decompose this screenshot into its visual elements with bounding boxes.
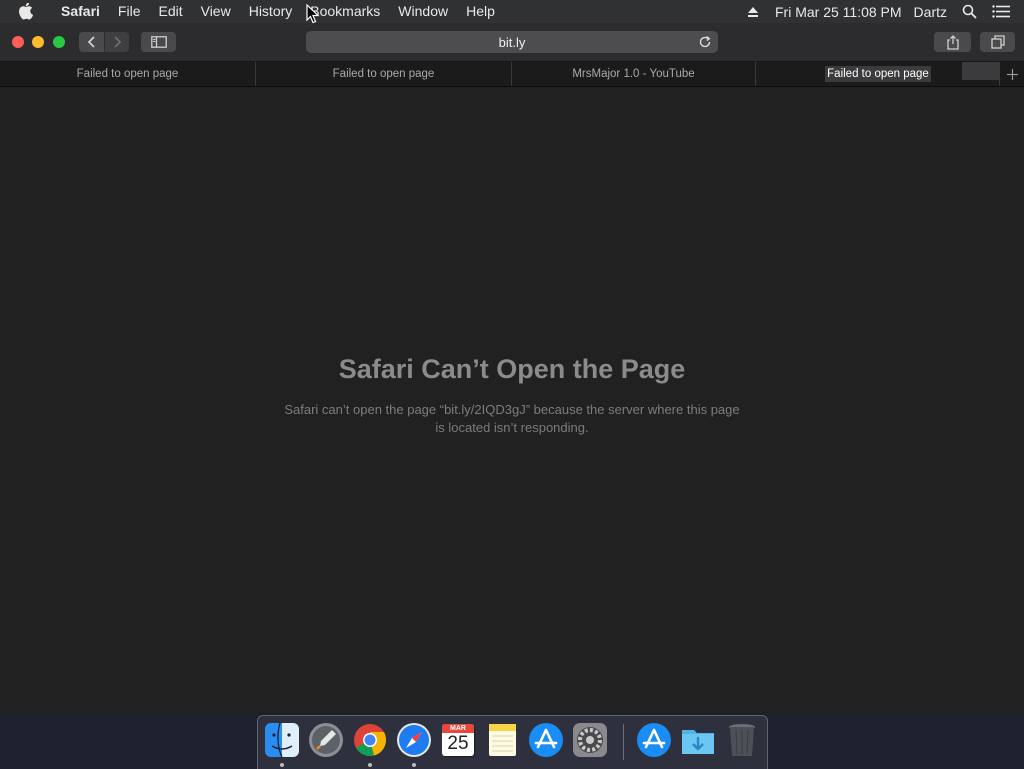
eject-icon[interactable]: [744, 3, 762, 21]
tab-failed-2[interactable]: Failed to open page: [256, 62, 512, 86]
plus-icon: [1007, 68, 1018, 80]
sidebar-icon: [150, 36, 167, 48]
tab-title: Failed to open page: [825, 66, 931, 82]
address-text: bit.ly: [498, 34, 526, 50]
calendar-icon[interactable]: MAR 25: [439, 721, 477, 759]
chevron-right-icon: [114, 36, 122, 48]
mouse-cursor-icon: [306, 4, 320, 24]
menu-edit[interactable]: Edit: [149, 0, 191, 23]
system-preferences-icon[interactable]: [571, 721, 609, 759]
app-store-icon[interactable]: [527, 721, 565, 759]
tab-failed-1[interactable]: Failed to open page: [0, 62, 256, 86]
error-message: Safari can’t open the page “bit.ly/2IQD3…: [284, 402, 740, 435]
running-indicator: [280, 763, 284, 767]
new-tab-button[interactable]: [999, 62, 1024, 86]
chrome-icon[interactable]: [351, 721, 389, 759]
menu-file[interactable]: File: [109, 0, 150, 23]
notes-icon[interactable]: [483, 721, 521, 759]
tab-title: MrsMajor 1.0 - YouTube: [572, 68, 695, 80]
page-content: Safari Can’t Open the Page Safari can’t …: [0, 87, 1024, 715]
tab-overview-icon: [990, 35, 1005, 49]
safari-icon[interactable]: [395, 721, 433, 759]
share-button[interactable]: [934, 32, 971, 52]
menu-bar: Safari File Edit View History Bookmarks …: [0, 0, 1024, 23]
clock[interactable]: Fri Mar 25 11:08 PM: [769, 4, 908, 20]
menu-app-safari[interactable]: Safari: [52, 0, 109, 23]
menu-history[interactable]: History: [240, 0, 302, 23]
menu-view[interactable]: View: [192, 0, 240, 23]
trash-icon[interactable]: [723, 721, 761, 759]
app-store-icon[interactable]: [635, 721, 673, 759]
zoom-window-button[interactable]: [53, 36, 65, 48]
running-indicator: [412, 763, 416, 767]
error-title: Safari Can’t Open the Page: [338, 354, 686, 384]
safari-window: bit.ly Failed to open page Failed to ope…: [0, 23, 1024, 715]
running-indicator: [368, 763, 372, 767]
tab-bar-spacer: [962, 62, 999, 80]
forward-button[interactable]: [105, 32, 129, 52]
dock-divider: [623, 724, 624, 760]
tab-youtube[interactable]: MrsMajor 1.0 - YouTube: [512, 62, 756, 86]
user-menu[interactable]: Dartz: [908, 4, 953, 20]
tab-title: Failed to open page: [76, 68, 179, 80]
launchpad-icon[interactable]: [307, 721, 345, 759]
notification-center-icon[interactable]: [992, 3, 1010, 21]
calendar-month: MAR: [442, 724, 474, 733]
spotlight-search-icon[interactable]: [960, 3, 978, 21]
address-bar[interactable]: bit.ly: [306, 31, 718, 53]
downloads-folder-icon[interactable]: [679, 721, 717, 759]
tab-title: Failed to open page: [332, 68, 435, 80]
reload-icon[interactable]: [697, 34, 713, 50]
calendar-day: 25: [447, 733, 469, 754]
back-button[interactable]: [79, 32, 104, 52]
apple-menu-icon[interactable]: [18, 0, 38, 23]
tab-overview-button[interactable]: [980, 32, 1015, 52]
share-icon: [946, 34, 959, 50]
dock: MAR 25: [257, 715, 768, 769]
tab-bar: Failed to open page Failed to open page …: [0, 62, 1024, 87]
minimize-window-button[interactable]: [32, 36, 44, 48]
close-window-button[interactable]: [12, 36, 24, 48]
menu-window[interactable]: Window: [389, 0, 457, 23]
toolbar: bit.ly: [0, 23, 1024, 62]
finder-icon[interactable]: [263, 721, 301, 759]
chevron-left-icon: [87, 36, 95, 48]
sidebar-toggle-button[interactable]: [141, 32, 176, 52]
menu-help[interactable]: Help: [457, 0, 504, 23]
